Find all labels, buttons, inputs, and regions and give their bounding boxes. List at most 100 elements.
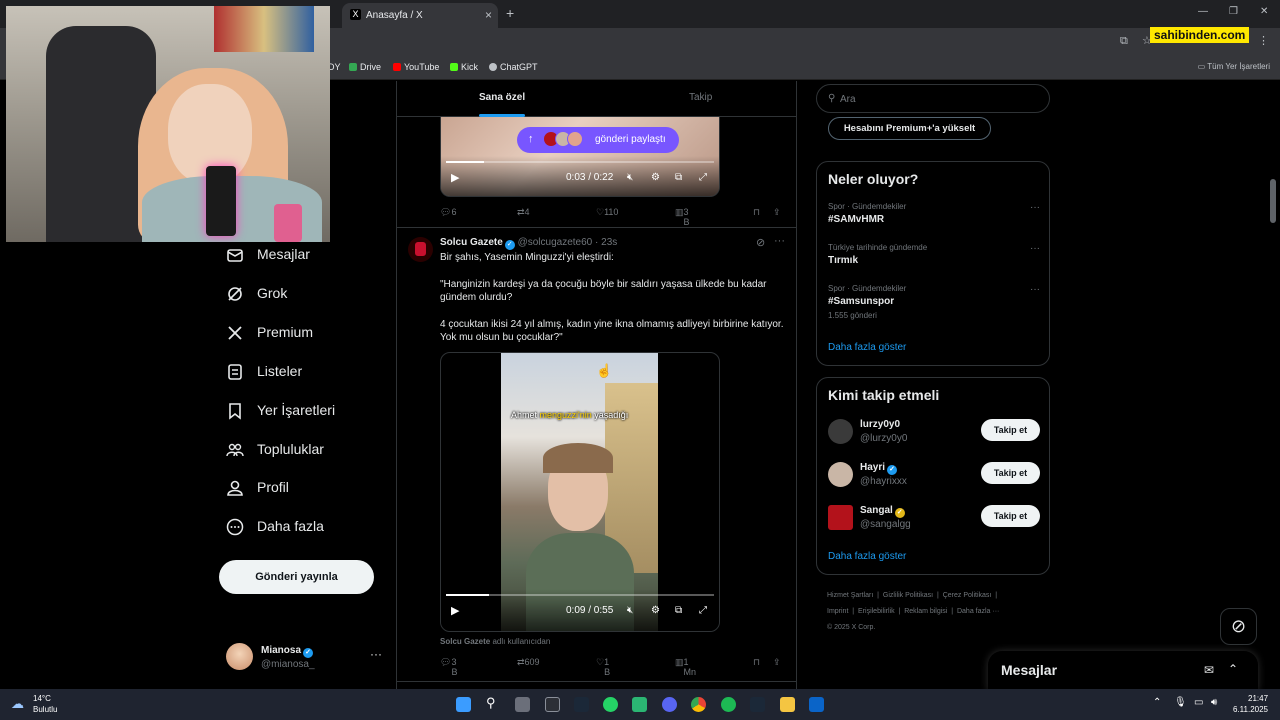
follow-button[interactable]: Takip et [981, 505, 1040, 527]
play-icon[interactable]: ▶ [451, 171, 459, 184]
clock-date[interactable]: 6.11.2025 [1233, 705, 1268, 714]
menu-kebab-icon[interactable]: ⋮ [1258, 34, 1269, 47]
search-input[interactable]: ⚲ Ara [816, 84, 1050, 113]
bookmark-drive[interactable]: Drive [349, 62, 381, 72]
account-switcher[interactable]: Mianosa ✓ @mianosa_ ··· [226, 641, 386, 673]
window-close-icon[interactable]: ✕ [1260, 6, 1268, 17]
list-icon [228, 364, 242, 380]
feed-right-border [796, 81, 797, 689]
like-button[interactable]: ♡ 110 [596, 207, 618, 218]
discord-icon[interactable] [662, 697, 677, 712]
cast-icon[interactable]: ⧉ [1120, 35, 1128, 48]
folder-icon[interactable] [780, 697, 795, 712]
video-progress-track[interactable] [446, 161, 714, 163]
app-icon[interactable] [809, 697, 824, 712]
share-pill[interactable]: ↑ gönderi paylaştı [517, 127, 679, 153]
settings-icon[interactable]: ⚙ [651, 172, 660, 183]
verified-gold-badge-icon: ✓ [894, 508, 905, 518]
tab-following[interactable]: Takip [689, 92, 712, 103]
volume-icon[interactable]: 🔊︎ [1211, 697, 1217, 708]
post-button[interactable]: Gönderi yayınla [219, 560, 374, 594]
verified-badge-icon: ✓ [887, 465, 898, 475]
minimize-icon[interactable]: — [1198, 6, 1208, 17]
spotify-icon[interactable] [721, 697, 736, 712]
like-button[interactable]: ♡ 1 B [596, 657, 610, 677]
tab-close-icon[interactable]: × [485, 8, 492, 22]
app-icon[interactable] [545, 697, 560, 712]
suggestion-item[interactable]: Sangal ✓ @sangalgg Takip et [828, 502, 1040, 536]
verified-badge-icon: ✓ [303, 648, 314, 658]
bookmark-icon[interactable]: ⊓ [753, 207, 760, 218]
microphone-icon[interactable]: 🎙︎ [1174, 697, 1187, 708]
mute-icon[interactable]: 🔇︎ [627, 172, 633, 183]
new-tab-button[interactable]: + [506, 5, 514, 21]
app-icon[interactable] [515, 697, 530, 712]
tweet-time[interactable]: · 23s [595, 237, 617, 248]
messages-drawer-title: Mesajlar [1001, 662, 1058, 678]
more-dots-icon[interactable]: ··· [370, 647, 382, 661]
follow-button[interactable]: Takip et [981, 462, 1040, 484]
follow-button[interactable]: Takip et [981, 419, 1040, 441]
suggestion-item[interactable]: lurzy0y0 @lurzy0y0 Takip et [828, 416, 1040, 450]
expand-icon[interactable]: ⌃ [1228, 662, 1238, 676]
feed-left-border [396, 81, 397, 689]
weather-temp[interactable]: 14°C [33, 694, 51, 703]
steam-icon[interactable] [574, 697, 589, 712]
all-bookmarks[interactable]: ▭ Tüm Yer İşaretleri [1198, 62, 1270, 71]
weather-desc[interactable]: Bulutlu [33, 705, 57, 714]
views-button[interactable]: ▥ 1 Mn [675, 657, 696, 677]
messages-drawer[interactable]: Mesajlar ✉ ⌃ [988, 651, 1258, 689]
more-dots-icon[interactable]: ··· [1030, 284, 1040, 295]
pip-icon[interactable]: ⧉ [675, 605, 682, 616]
reply-button[interactable]: 💬︎ 6 [440, 207, 456, 218]
tweet1-video[interactable]: ↑ gönderi paylaştı ▶ 0:03 / 0:22 🔇︎ ⚙ ⧉ … [440, 117, 720, 197]
tab-for-you[interactable]: Sana özel [479, 92, 525, 103]
pip-icon[interactable]: ⧉ [675, 172, 682, 183]
avatar[interactable] [408, 237, 433, 262]
fullscreen-icon[interactable]: ⤢ [699, 605, 707, 616]
upgrade-premium-button[interactable]: Hesabını Premium+'a yükselt [828, 117, 991, 140]
maximize-icon[interactable]: ❐ [1229, 6, 1238, 17]
play-icon[interactable]: ▶ [451, 604, 459, 617]
new-message-icon[interactable]: ✉ [1204, 663, 1214, 677]
bookmark-youtube[interactable]: YouTube [393, 62, 439, 72]
app-icon[interactable] [632, 697, 647, 712]
bookmark-chatgpt[interactable]: ChatGPT [489, 62, 538, 72]
avatar [828, 505, 853, 530]
mute-icon[interactable]: 🔇︎ [627, 605, 633, 616]
clock-time[interactable]: 21:47 [1248, 694, 1268, 703]
chevron-up-icon[interactable]: ⌃ [1153, 697, 1161, 708]
who-show-more[interactable]: Daha fazla göster [828, 551, 906, 562]
suggestion-item[interactable]: Hayri ✓ @hayrixxx Takip et [828, 459, 1040, 493]
more-dots-icon[interactable]: ··· [774, 235, 785, 247]
bookmark-icon[interactable]: ⊓ [753, 657, 760, 668]
more-dots-icon[interactable]: ··· [1030, 243, 1040, 254]
repost-button[interactable]: ⇄ 609 [517, 657, 540, 668]
repost-button[interactable]: ⇄ 4 [517, 207, 530, 218]
whatsapp-icon[interactable] [603, 697, 618, 712]
views-button[interactable]: ▥ 3 B [675, 207, 690, 227]
tab-anasayfa[interactable]: X Anasayfa / X × [342, 3, 498, 28]
grok-fab-icon[interactable]: ⊘ [1220, 608, 1257, 645]
folder-icon: ▭ [1197, 62, 1208, 71]
chrome-icon[interactable] [691, 697, 706, 712]
steam-icon[interactable] [750, 697, 765, 712]
more-dots-icon[interactable]: ··· [1030, 202, 1040, 213]
search-icon[interactable]: ⚲ [486, 695, 501, 710]
reply-button[interactable]: 💬︎ 3 B [440, 657, 457, 677]
settings-icon[interactable]: ⚙ [651, 605, 660, 616]
trends-show-more[interactable]: Daha fazla göster [828, 342, 906, 353]
network-icon[interactable]: ▭ [1194, 697, 1203, 708]
bookmark-kick[interactable]: Kick [450, 62, 478, 72]
share-icon[interactable]: ⇪ [773, 657, 781, 668]
author-handle[interactable]: @solcugazete60 [518, 237, 593, 248]
tweet2-video[interactable]: Ahmet menguzzi'nin yaşadığı ▶ 0:09 / 0:5… [440, 352, 720, 632]
page-scrollbar[interactable] [1270, 179, 1276, 223]
author-name[interactable]: Solcu Gazete [440, 237, 503, 248]
windows-start-icon[interactable] [456, 697, 471, 712]
tweet-divider [397, 227, 796, 228]
grok-icon[interactable]: ⊘ [756, 236, 765, 249]
fullscreen-icon[interactable]: ⤢ [699, 172, 707, 183]
share-icon[interactable]: ⇪ [773, 207, 781, 218]
source-attribution: Solcu Gazete adlı kullanıcıdan [440, 637, 551, 646]
